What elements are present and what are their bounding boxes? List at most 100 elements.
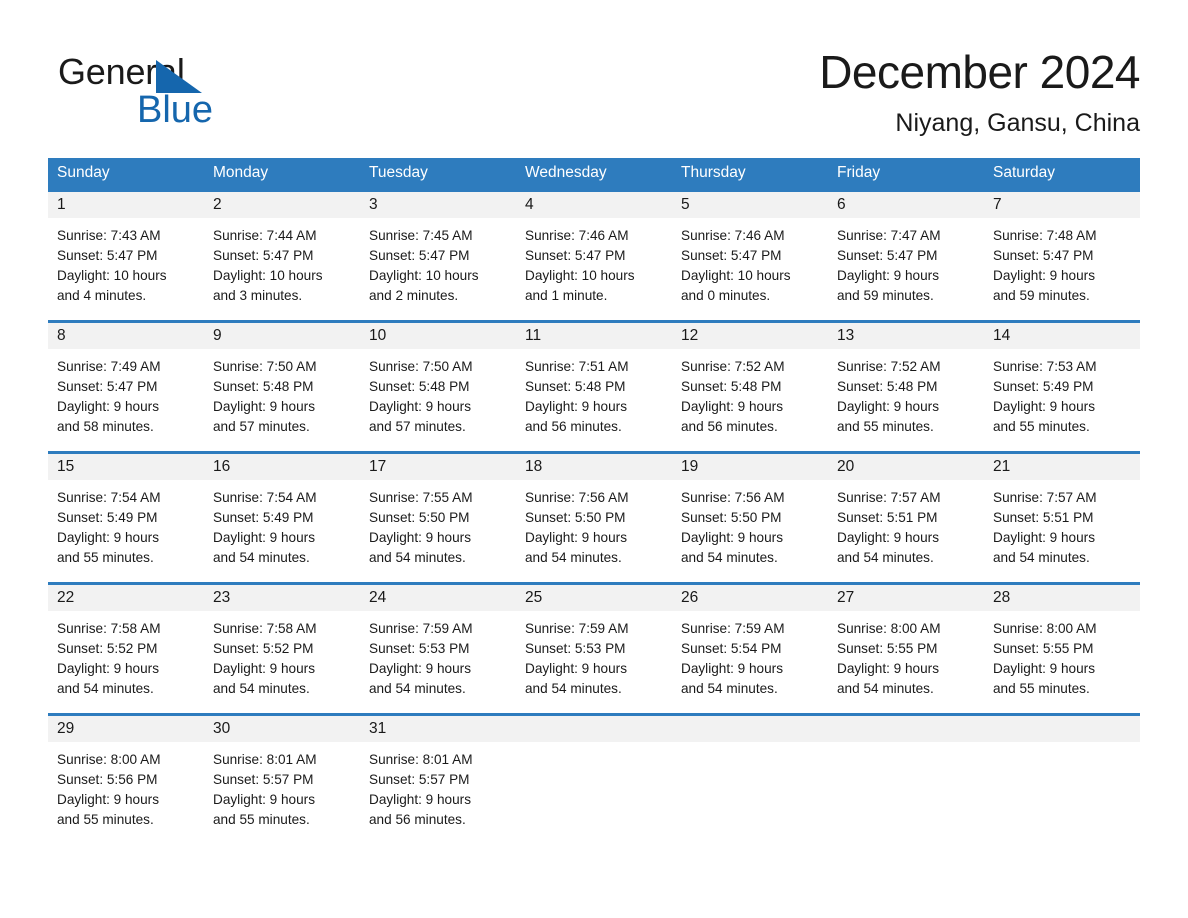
daylight-duration-line2: and 54 minutes. <box>213 681 310 696</box>
sunrise-time: Sunrise: 8:00 AM <box>57 752 161 767</box>
calendar-day-cell[interactable]: 8 Sunrise: 7:49 AM Sunset: 5:47 PM Daylight… <box>48 320 204 453</box>
daylight-duration-line1: Daylight: 9 hours <box>837 399 940 414</box>
daylight-duration-line1: Daylight: 9 hours <box>213 399 316 414</box>
sunset-time: Sunset: 5:54 PM <box>681 641 782 656</box>
sunrise-time: Sunrise: 8:01 AM <box>213 752 317 767</box>
day-details: Sunrise: 7:48 AM Sunset: 5:47 PM Daylight:… <box>984 218 1140 320</box>
calendar-day-cell[interactable]: 11 Sunrise: 7:51 AM Sunset: 5:48 PM Dayligh… <box>516 320 672 453</box>
calendar-day-cell[interactable]: 5 Sunrise: 7:46 AM Sunset: 5:47 PM Daylight… <box>672 189 828 322</box>
calendar-day-cell[interactable]: 13 Sunrise: 7:52 AM Sunset: 5:48 PM Dayligh… <box>828 320 984 453</box>
day-number: 20 <box>828 454 984 480</box>
day-details: Sunrise: 7:44 AM Sunset: 5:47 PM Daylight:… <box>204 218 360 320</box>
calendar-day-cell[interactable]: 12 Sunrise: 7:52 AM Sunset: 5:48 PM Dayligh… <box>672 320 828 453</box>
calendar-day-cell[interactable]: 21 Sunrise: 7:57 AM Sunset: 5:51 PM Dayligh… <box>984 451 1140 584</box>
calendar-day-cell[interactable]: 1 Sunrise: 7:43 AM Sunset: 5:47 PM Daylight… <box>48 189 204 322</box>
day-number: 11 <box>516 323 672 349</box>
daylight-duration-line1: Daylight: 9 hours <box>369 399 472 414</box>
daylight-duration-line2: and 56 minutes. <box>525 419 622 434</box>
sunset-time: Sunset: 5:52 PM <box>213 641 314 656</box>
calendar-day-cell[interactable]: 26 Sunrise: 7:59 AM Sunset: 5:54 PM Dayligh… <box>672 582 828 715</box>
calendar-day-cell[interactable]: 14 Sunrise: 7:53 AM Sunset: 5:49 PM Dayligh… <box>984 320 1140 453</box>
day-number: 6 <box>828 192 984 218</box>
sunrise-time: Sunrise: 8:01 AM <box>369 752 473 767</box>
day-details: Sunrise: 8:01 AM Sunset: 5:57 PM Daylight:… <box>360 742 516 844</box>
calendar-day-cell[interactable]: 23 Sunrise: 7:58 AM Sunset: 5:52 PM Dayligh… <box>204 582 360 715</box>
calendar-day-cell[interactable]: 2 Sunrise: 7:44 AM Sunset: 5:47 PM Daylight… <box>204 189 360 322</box>
calendar-day-cell[interactable]: 6 Sunrise: 7:47 AM Sunset: 5:47 PM Daylight… <box>828 189 984 322</box>
sunrise-time: Sunrise: 7:45 AM <box>369 228 473 243</box>
calendar-page: General Blue December 2024 Niyang, Gansu… <box>0 0 1188 918</box>
daylight-duration-line1: Daylight: 9 hours <box>57 661 160 676</box>
day-number: 23 <box>204 585 360 611</box>
day-number: 2 <box>204 192 360 218</box>
sunset-time: Sunset: 5:47 PM <box>369 248 470 263</box>
daylight-duration-line1: Daylight: 10 hours <box>57 268 167 283</box>
day-details: Sunrise: 7:46 AM Sunset: 5:47 PM Daylight:… <box>672 218 828 320</box>
day-details <box>516 742 672 836</box>
sunset-time: Sunset: 5:48 PM <box>837 379 938 394</box>
day-details: Sunrise: 7:49 AM Sunset: 5:47 PM Daylight:… <box>48 349 204 451</box>
day-number: 25 <box>516 585 672 611</box>
sunset-time: Sunset: 5:48 PM <box>213 379 314 394</box>
calendar-day-cell[interactable]: 31 Sunrise: 8:01 AM Sunset: 5:57 PM Dayligh… <box>360 713 516 844</box>
calendar-day-cell-empty <box>672 713 828 844</box>
sunrise-time: Sunrise: 7:44 AM <box>213 228 317 243</box>
sunrise-time: Sunrise: 7:57 AM <box>837 490 941 505</box>
daylight-duration-line2: and 54 minutes. <box>525 550 622 565</box>
calendar-day-cell[interactable]: 10 Sunrise: 7:50 AM Sunset: 5:48 PM Dayligh… <box>360 320 516 453</box>
weekday-header-row: Sunday Monday Tuesday Wednesday Thursday… <box>48 158 1140 191</box>
daylight-duration-line2: and 54 minutes. <box>837 550 934 565</box>
calendar-day-cell[interactable]: 15 Sunrise: 7:54 AM Sunset: 5:49 PM Dayligh… <box>48 451 204 584</box>
calendar-day-cell[interactable]: 16 Sunrise: 7:54 AM Sunset: 5:49 PM Dayligh… <box>204 451 360 584</box>
calendar-day-cell[interactable]: 24 Sunrise: 7:59 AM Sunset: 5:53 PM Dayligh… <box>360 582 516 715</box>
sunset-time: Sunset: 5:49 PM <box>57 510 158 525</box>
calendar-day-cell[interactable]: 9 Sunrise: 7:50 AM Sunset: 5:48 PM Daylight… <box>204 320 360 453</box>
sunrise-time: Sunrise: 7:54 AM <box>213 490 317 505</box>
daylight-duration-line2: and 1 minute. <box>525 288 608 303</box>
day-number: 22 <box>48 585 204 611</box>
sunrise-time: Sunrise: 7:49 AM <box>57 359 161 374</box>
weekday-header-sunday: Sunday <box>48 158 204 191</box>
day-number: 3 <box>360 192 516 218</box>
daylight-duration-line2: and 54 minutes. <box>525 681 622 696</box>
calendar-day-cell[interactable]: 4 Sunrise: 7:46 AM Sunset: 5:47 PM Daylight… <box>516 189 672 322</box>
daylight-duration-line2: and 0 minutes. <box>681 288 771 303</box>
day-number: 7 <box>984 192 1140 218</box>
calendar-day-cell[interactable]: 22 Sunrise: 7:58 AM Sunset: 5:52 PM Dayligh… <box>48 582 204 715</box>
sunrise-time: Sunrise: 7:59 AM <box>369 621 473 636</box>
calendar-day-cell[interactable]: 28 Sunrise: 8:00 AM Sunset: 5:55 PM Dayligh… <box>984 582 1140 715</box>
sunset-time: Sunset: 5:51 PM <box>837 510 938 525</box>
day-number: 29 <box>48 716 204 742</box>
daylight-duration-line1: Daylight: 9 hours <box>525 530 628 545</box>
calendar-day-cell[interactable]: 29 Sunrise: 8:00 AM Sunset: 5:56 PM Dayligh… <box>48 713 204 844</box>
day-number: 27 <box>828 585 984 611</box>
calendar-day-cell[interactable]: 7 Sunrise: 7:48 AM Sunset: 5:47 PM Daylight… <box>984 189 1140 322</box>
daylight-duration-line1: Daylight: 9 hours <box>993 661 1096 676</box>
daylight-duration-line1: Daylight: 9 hours <box>837 268 940 283</box>
calendar-day-cell[interactable]: 3 Sunrise: 7:45 AM Sunset: 5:47 PM Daylight… <box>360 189 516 322</box>
sunrise-time: Sunrise: 8:00 AM <box>993 621 1097 636</box>
calendar-day-cell[interactable]: 27 Sunrise: 8:00 AM Sunset: 5:55 PM Dayligh… <box>828 582 984 715</box>
daylight-duration-line1: Daylight: 10 hours <box>681 268 791 283</box>
day-details: Sunrise: 7:50 AM Sunset: 5:48 PM Daylight:… <box>360 349 516 451</box>
sunset-time: Sunset: 5:51 PM <box>993 510 1094 525</box>
calendar-day-cell[interactable]: 17 Sunrise: 7:55 AM Sunset: 5:50 PM Dayligh… <box>360 451 516 584</box>
sunrise-time: Sunrise: 7:57 AM <box>993 490 1097 505</box>
daylight-duration-line1: Daylight: 9 hours <box>681 530 784 545</box>
sunrise-time: Sunrise: 7:56 AM <box>525 490 629 505</box>
calendar-day-cell[interactable]: 18 Sunrise: 7:56 AM Sunset: 5:50 PM Dayligh… <box>516 451 672 584</box>
calendar-day-cell[interactable]: 30 Sunrise: 8:01 AM Sunset: 5:57 PM Dayligh… <box>204 713 360 844</box>
daylight-duration-line2: and 55 minutes. <box>213 812 310 827</box>
calendar-day-cell[interactable]: 19 Sunrise: 7:56 AM Sunset: 5:50 PM Dayligh… <box>672 451 828 584</box>
day-details: Sunrise: 7:53 AM Sunset: 5:49 PM Daylight:… <box>984 349 1140 451</box>
day-number: 5 <box>672 192 828 218</box>
sunrise-time: Sunrise: 7:47 AM <box>837 228 941 243</box>
day-details: Sunrise: 7:46 AM Sunset: 5:47 PM Daylight:… <box>516 218 672 320</box>
day-number: 10 <box>360 323 516 349</box>
daylight-duration-line1: Daylight: 9 hours <box>681 399 784 414</box>
calendar-day-cell[interactable]: 25 Sunrise: 7:59 AM Sunset: 5:53 PM Dayligh… <box>516 582 672 715</box>
calendar-day-cell[interactable]: 20 Sunrise: 7:57 AM Sunset: 5:51 PM Dayligh… <box>828 451 984 584</box>
generalblue-logo[interactable]: General Blue <box>58 50 318 134</box>
day-number <box>828 716 984 742</box>
day-number: 26 <box>672 585 828 611</box>
